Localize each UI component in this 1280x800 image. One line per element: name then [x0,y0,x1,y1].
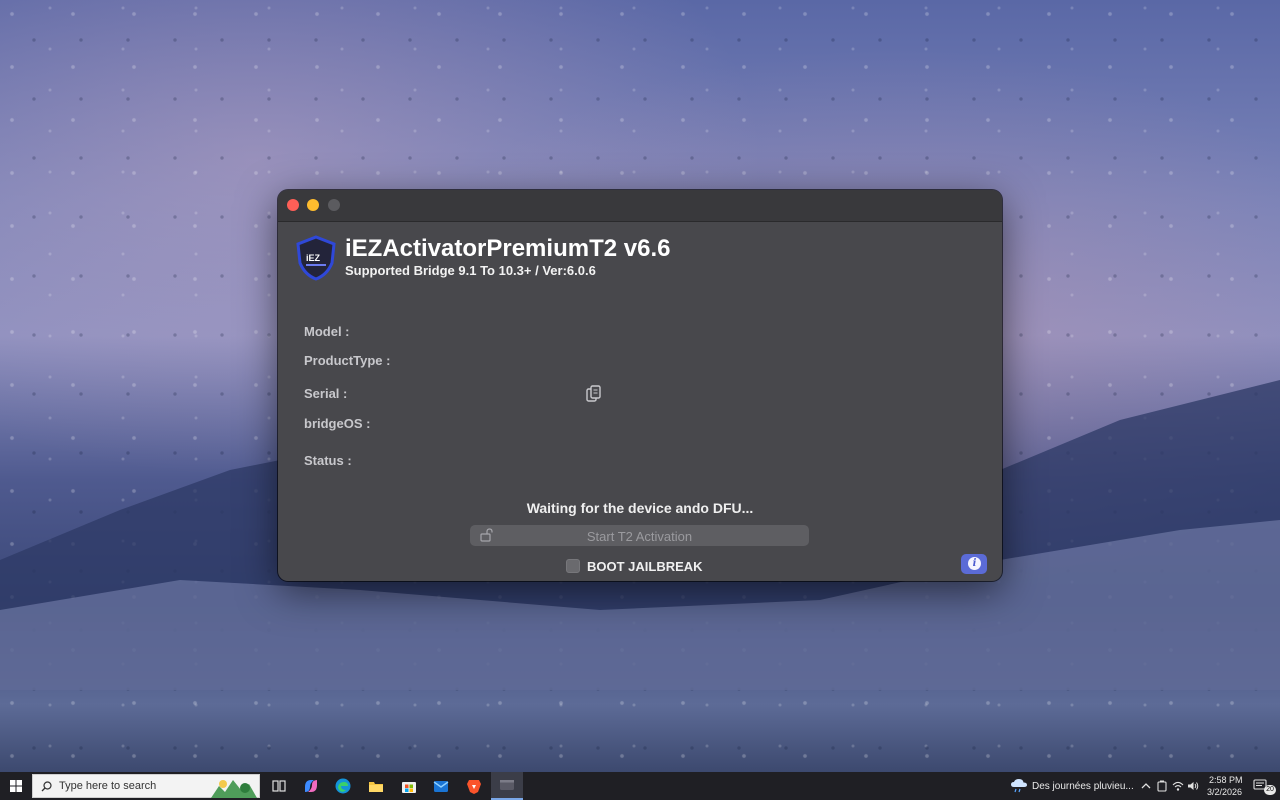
notification-count-badge: 20 [1264,785,1276,795]
taskbar: Type here to search Des journées pluvieu… [0,772,1280,800]
edge-browser-icon[interactable] [334,777,352,795]
rain-weather-icon[interactable] [1010,778,1028,794]
taskbar-active-app[interactable] [491,772,523,800]
shield-logo-icon: iEZ [296,235,336,281]
copy-icon[interactable] [586,385,602,403]
windows-start-icon[interactable] [0,772,32,800]
status-message: Waiting for the device ando DFU... [526,500,754,516]
chevron-up-icon[interactable] [1140,780,1152,792]
app-subtitle: Supported Bridge 9.1 To 10.3+ / Ver:6.0.… [345,263,596,278]
weather-text[interactable]: Des journées pluvieu... [1032,781,1134,792]
search-icon [41,781,52,792]
info-icon: i [968,557,981,570]
zoom-window-button[interactable] [328,199,340,211]
serial-label: Serial : [304,386,348,401]
file-explorer-icon[interactable] [367,777,385,795]
app-window: iEZ iEZActivatorPremiumT2 v6.6 Supported… [278,190,1002,581]
model-label: Model : [304,324,350,339]
minimize-window-button[interactable] [307,199,319,211]
info-button[interactable]: i [961,554,987,574]
clock-time[interactable]: 2:58 PM [1209,775,1243,785]
product-type-label: ProductType : [304,353,391,368]
brave-browser-icon[interactable] [465,777,483,795]
taskbar-search-box[interactable]: Type here to search [32,774,260,798]
task-view-icon[interactable] [270,777,288,795]
logo-text: iEZ [306,253,321,263]
start-t2-activation-button[interactable]: Start T2 Activation [470,525,809,546]
wifi-icon[interactable] [1172,780,1184,792]
microsoft-store-icon[interactable] [400,777,418,795]
speaker-volume-icon[interactable] [1187,780,1199,792]
active-app-window-icon [500,780,514,790]
status-label: Status : [304,453,352,468]
outlook-mail-icon[interactable] [432,777,450,795]
app-title: iEZActivatorPremiumT2 v6.6 [345,235,671,262]
boot-jailbreak-checkbox[interactable] [566,559,580,573]
unlock-icon [480,528,493,542]
search-highlight-illustration-icon [211,780,257,798]
boot-jailbreak-label: BOOT JAILBREAK [587,559,703,574]
title-bar[interactable] [278,190,1002,222]
battery-icon[interactable] [1156,780,1168,792]
start-t2-activation-label: Start T2 Activation [586,529,693,544]
search-placeholder: Type here to search [59,780,157,792]
copilot-icon[interactable] [302,777,320,795]
bridgeos-label: bridgeOS : [304,416,371,431]
clock-date[interactable]: 3/2/2026 [1207,787,1242,797]
close-window-button[interactable] [287,199,299,211]
